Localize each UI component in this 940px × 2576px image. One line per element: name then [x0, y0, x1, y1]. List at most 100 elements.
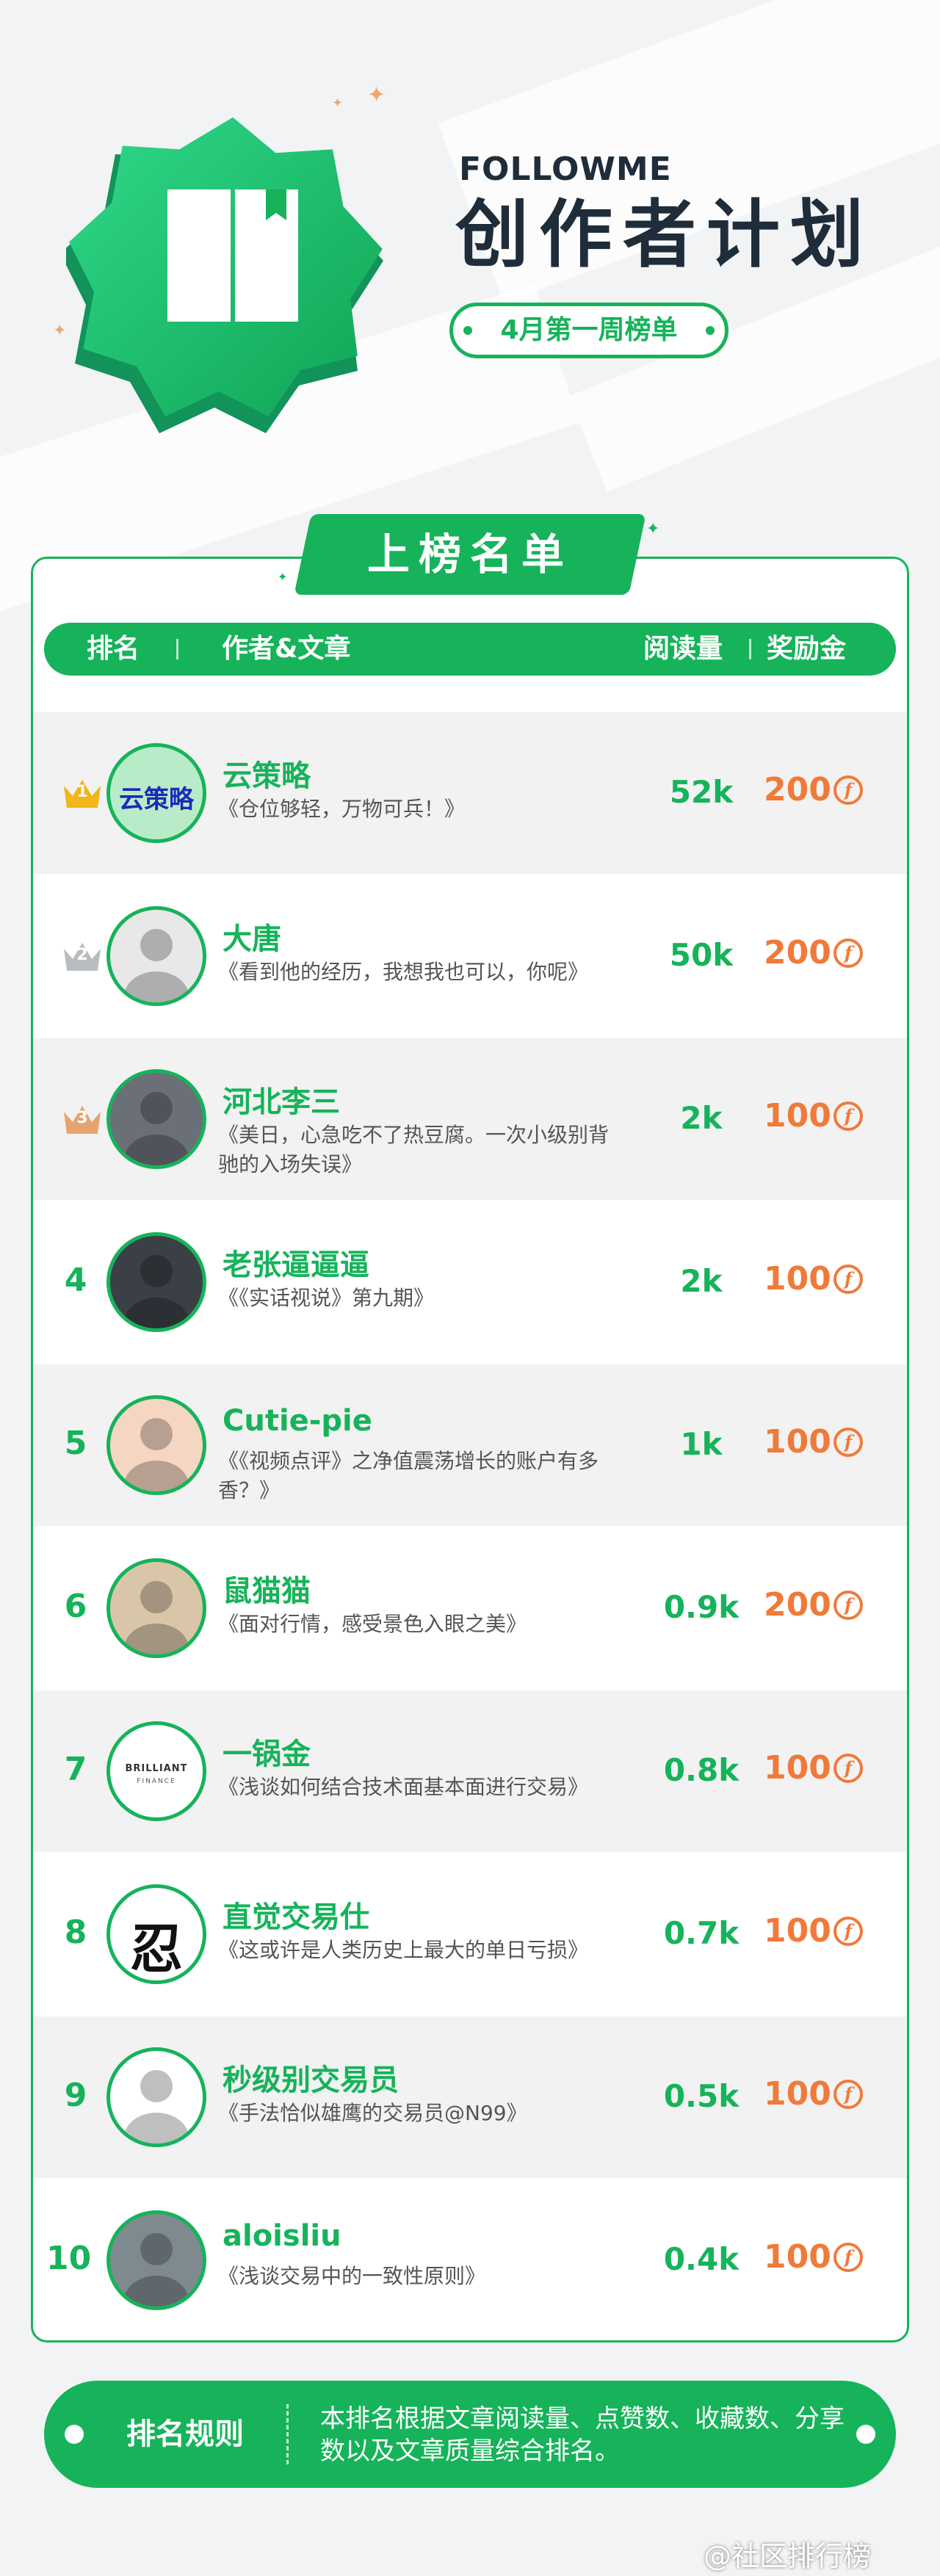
article-title[interactable]: 《这或许是人类历史上最大的单日亏损》 [218, 1936, 615, 1965]
author-name[interactable]: 一锅金 [223, 1730, 311, 1773]
table-row[interactable]: 7 FINANCE BRILLIANT 一锅金 《浅谈如何结合技术面基本面进行交易》 0.… [33, 1690, 907, 1852]
rank-number: 10 [46, 2240, 92, 2277]
author-name[interactable]: 云策略 [223, 752, 311, 795]
avatar[interactable]: FINANCE BRILLIANT [106, 1721, 206, 1821]
week-label: 4月第一周榜单 [500, 315, 678, 345]
coin-icon: f [834, 1917, 863, 1946]
article-title[interactable]: 《美日，心急吃不了热豆腐。一次小级别背驰的入场失误》 [218, 1121, 615, 1179]
author-name[interactable]: 大唐 [223, 915, 281, 958]
bg-shape [568, 242, 940, 492]
author-name[interactable]: 老张逼逼逼 [223, 1241, 369, 1284]
bonus-amount: 100 [764, 2075, 831, 2113]
article-title[interactable]: 《《视频点评》之净值震荡增长的账户有多香？》 [218, 1447, 615, 1505]
rules-label: 排名规则 [126, 2417, 244, 2451]
avatar[interactable] [106, 1558, 206, 1658]
bonus-amount: 100 [764, 1097, 831, 1135]
avatar[interactable] [106, 1232, 206, 1332]
read-count: 0.9k [663, 1589, 740, 1625]
bonus-amount: 200 [764, 1586, 831, 1624]
rules-text: 本排名根据文章阅读量、点赞数、收藏数、分享数以及文章质量综合排名。 [320, 2404, 845, 2466]
read-count: 1k [680, 1426, 723, 1462]
sparkle-icon: ✦ [646, 520, 660, 538]
divider [749, 639, 751, 659]
article-title[interactable]: 《浅谈如何结合技术面基本面进行交易》 [218, 1773, 615, 1802]
avatar[interactable]: 忍 [106, 1884, 206, 1984]
coin-icon: f [834, 1265, 863, 1294]
coin-icon: f [834, 1591, 863, 1620]
dot-icon [65, 2425, 84, 2444]
read-count: 0.4k [663, 2241, 740, 2277]
column-header-author: 作者&文章 [222, 634, 351, 664]
dot-icon [856, 2425, 875, 2444]
author-name[interactable]: 鼠猫猫 [223, 1567, 311, 1610]
table-row[interactable]: 4 老张逼逼逼 《《实话视说》第九期》 2k 100 f [33, 1201, 907, 1363]
coin-icon: f [834, 1428, 863, 1457]
read-count: 0.7k [663, 1915, 740, 1951]
read-count: 0.8k [663, 1752, 740, 1788]
rank-number: 5 [64, 1425, 87, 1462]
coin-icon: f [834, 938, 863, 968]
author-name[interactable]: 直觉交易仕 [223, 1893, 369, 1936]
bonus-amount: 100 [764, 2238, 831, 2276]
avatar[interactable] [106, 1395, 206, 1495]
article-title[interactable]: 《浅谈交易中的一致性原则》 [218, 2262, 615, 2291]
table-row[interactable]: 5 Cutie-pie 《《视频点评》之净值震荡增长的账户有多香？》 1k 100 f [33, 1364, 907, 1526]
avatar[interactable] [106, 2047, 206, 2147]
bonus-amount: 100 [764, 1260, 831, 1298]
rank-number: 6 [64, 1588, 87, 1625]
coin-icon: f [834, 775, 863, 805]
read-count: 2k [680, 1263, 723, 1299]
coin-icon: f [834, 2080, 863, 2109]
avatar[interactable] [106, 1069, 206, 1169]
book-icon [66, 117, 383, 433]
bonus-amount: 100 [764, 1423, 831, 1461]
read-count: 2k [680, 1100, 723, 1136]
table-row[interactable]: 9 秒级别交易员 《手法恰似雄鹰的交易员@N99》 0.5k 100 f [33, 2016, 907, 2178]
table-row[interactable]: 3 河北李三 《美日，心急吃不了热豆腐。一次小级别背驰的入场失误》 2k 100 f [33, 1038, 907, 1200]
table-row[interactable]: 6 鼠猫猫 《面对行情，感受景色入眼之美》 0.9k 200 f [33, 1527, 907, 1689]
divider [176, 639, 178, 659]
author-name[interactable]: Cutie-pie [223, 1404, 372, 1438]
avatar[interactable]: 云策略 [106, 743, 206, 843]
page-title: 创作者计划 [455, 192, 874, 278]
article-title[interactable]: 《看到他的经历，我想我也可以，你呢》 [218, 958, 615, 987]
author-name[interactable]: 秒级别交易员 [223, 2056, 399, 2099]
rank-number: 9 [64, 2077, 87, 2114]
bonus-amount: 100 [764, 1749, 831, 1787]
article-title[interactable]: 《面对行情，感受景色入眼之美》 [218, 1610, 615, 1639]
read-count: 0.5k [663, 2078, 740, 2114]
rank-number: 3 [76, 1109, 88, 1127]
avatar-text: 云策略 [119, 785, 194, 814]
rank-number: 1 [76, 783, 88, 801]
author-name[interactable]: aloisliu [223, 2219, 341, 2253]
bonus-amount: 100 [764, 1912, 831, 1950]
watermark: @社区排行榜 [704, 2540, 872, 2572]
table-row[interactable]: 2 大唐 《看到他的经历，我想我也可以，你呢》 50k 200 f [33, 875, 907, 1037]
week-badge: 4月第一周榜单 [449, 303, 728, 358]
column-header-reads: 阅读量 [643, 634, 723, 664]
table-header: 排名 作者&文章 阅读量 奖励金 [44, 623, 896, 676]
table-row[interactable]: 10 aloisliu 《浅谈交易中的一致性原则》 0.4k 100 f [33, 2179, 907, 2341]
table-row[interactable]: 8 忍直觉交易仕 《这或许是人类历史上最大的单日亏损》 0.7k 100 f [33, 1853, 907, 2015]
table-row[interactable]: 1 云策略 云策略 《仓位够轻，万物可兵！》 52k 200 f [33, 712, 907, 874]
avatar[interactable] [106, 906, 206, 1006]
brand-logo: FOLLOWME [459, 151, 672, 188]
article-title[interactable]: 《手法恰似雄鹰的交易员@N99》 [218, 2099, 615, 2128]
avatar-text: BRILLIANT [125, 1763, 188, 1774]
rank-number: 7 [64, 1751, 87, 1788]
avatar[interactable] [106, 2210, 206, 2310]
divider [286, 2404, 289, 2464]
dot-icon [706, 326, 715, 335]
author-name[interactable]: 河北李三 [223, 1078, 340, 1121]
read-count: 50k [669, 937, 734, 973]
article-title[interactable]: 《仓位够轻，万物可兵！》 [218, 795, 615, 824]
bonus-amount: 200 [764, 771, 831, 808]
avatar-subtext: FINANCE [137, 1778, 176, 1785]
article-title[interactable]: 《《实话视说》第九期》 [218, 1284, 615, 1313]
column-header-bonus: 奖励金 [767, 634, 847, 664]
ranking-rules: 排名规则 本排名根据文章阅读量、点赞数、收藏数、分享数以及文章质量综合排名。 [44, 2381, 896, 2488]
rank-number: 2 [76, 946, 88, 964]
coin-icon: f [834, 2243, 863, 2272]
read-count: 52k [669, 774, 734, 810]
rank-number: 4 [64, 1262, 87, 1299]
